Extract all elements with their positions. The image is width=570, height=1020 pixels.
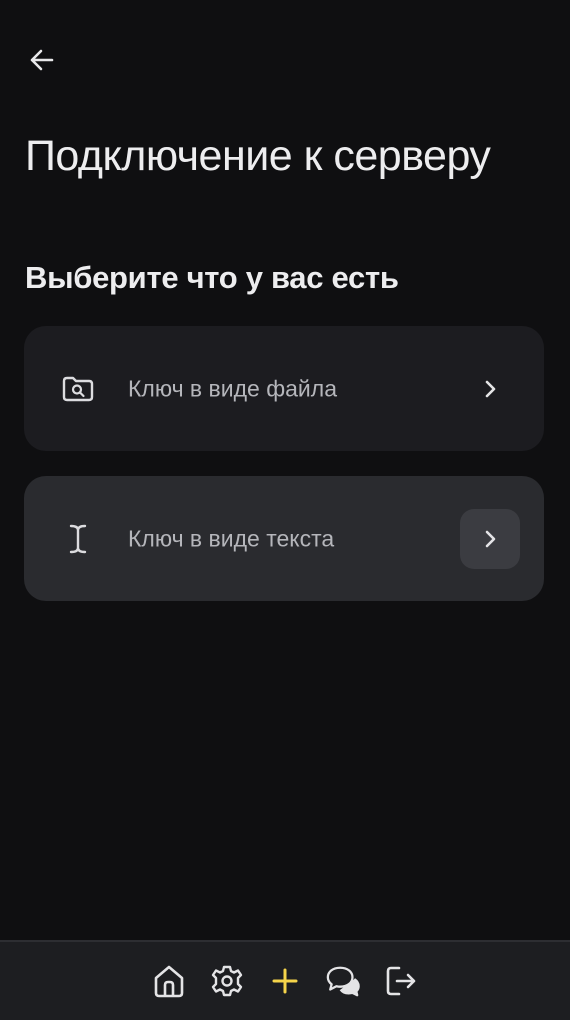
folder-search-icon [60,371,96,407]
option-label: Ключ в виде текста [128,525,335,551]
option-key-file[interactable]: Ключ в виде файла [24,326,544,451]
connect-to-server-screen: Подключение к серверу Выберите что у вас… [0,0,570,1020]
page-title: Подключение к серверу [25,132,491,180]
back-button[interactable] [24,42,60,78]
text-cursor-icon [60,521,96,557]
chevron-right-icon [460,359,520,419]
arrow-left-icon [30,49,54,71]
chat-icon [326,966,360,997]
section-title: Выберите что у вас есть [25,260,399,295]
option-label: Ключ в виде файла [128,375,337,401]
plus-icon [272,968,298,994]
nav-logout-button[interactable] [383,961,419,1001]
nav-add-button[interactable] [267,961,303,1001]
nav-settings-button[interactable] [209,961,245,1001]
gear-icon [211,965,243,997]
option-key-text[interactable]: Ключ в виде текста [24,476,544,601]
chevron-right-icon[interactable] [460,508,520,569]
nav-chat-button[interactable] [325,961,361,1001]
home-icon [154,965,184,998]
bottom-navigation [0,940,570,1020]
logout-icon [386,966,416,996]
nav-home-button[interactable] [151,961,187,1001]
